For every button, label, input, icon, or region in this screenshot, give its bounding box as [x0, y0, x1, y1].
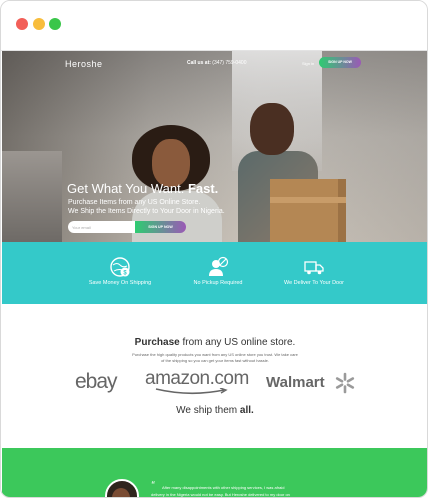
quote-mark: “: [151, 480, 155, 491]
ship-bold: all.: [239, 405, 254, 416]
hero-subtitle-line2: We Ship the Items Directly to Your Door …: [68, 208, 225, 215]
hero-title: Get What You Want. Fast.: [67, 181, 218, 196]
hero-stair: [2, 151, 62, 242]
amazon-logo: amazon.com: [145, 368, 249, 389]
ship-all-text: We ship them all.: [2, 405, 427, 416]
browser-window: Heroshe Call us at: (347) 759-0400 Sign …: [0, 0, 428, 498]
purchase-title-rest: from any US online store.: [182, 337, 296, 348]
hero-woman-face: [152, 139, 190, 187]
cardboard-box-tape: [270, 197, 346, 203]
hero-man-head: [250, 103, 294, 155]
hero-title-bold: Fast.: [187, 181, 219, 196]
walmart-spark-icon: [335, 372, 355, 394]
minimize-window-button[interactable]: [33, 18, 45, 30]
call-label: Call us at:: [187, 60, 211, 66]
hero-subtitle-line1: Purchase Items from any US Online Store.: [68, 199, 201, 206]
testimonial-line2: delivery in the Nigeria would not be eas…: [151, 492, 290, 497]
hero-title-prefix: Get What You Want.: [67, 181, 185, 196]
site-logo[interactable]: Heroshe: [65, 59, 103, 69]
money-globe-icon: $: [110, 257, 130, 277]
maximize-window-button[interactable]: [49, 18, 61, 30]
ship-prefix: We ship them: [176, 405, 238, 416]
feature-label: No Pickup Required: [193, 280, 243, 286]
signin-link[interactable]: Sign in: [302, 61, 314, 66]
feature-deliver-door: We Deliver To Your Door: [274, 242, 354, 304]
purchase-section: Purchase from any US online store. Purch…: [2, 304, 427, 448]
feature-label: We Deliver To Your Door: [283, 280, 345, 286]
feature-save-money: $ Save Money On Shipping: [80, 242, 160, 304]
testimonial-section: “ After many disappointments with other …: [2, 448, 427, 497]
feature-no-pickup: No Pickup Required: [178, 242, 258, 304]
amazon-smile-icon: [155, 388, 228, 395]
purchase-description-line2: of the shipping so you can get your item…: [161, 358, 269, 363]
cardboard-box: [270, 179, 346, 242]
testimonial-line1: After many disappointments with other sh…: [162, 485, 285, 490]
feature-label: Save Money On Shipping: [88, 280, 152, 286]
features-band: $ Save Money On Shipping No Pickup Requi…: [2, 242, 427, 304]
email-input[interactable]: [68, 221, 136, 233]
delivery-truck-icon: [304, 261, 324, 275]
ebay-logo: ebay: [75, 370, 118, 393]
nav-signup-button[interactable]: SIGN UP NOW: [319, 57, 361, 68]
no-pickup-person-icon: [209, 256, 229, 276]
purchase-description-line1: Purchase the high quality products you w…: [132, 352, 298, 357]
walmart-logo: Walmart: [266, 374, 325, 391]
call-us-text: Call us at: (347) 759-0400: [187, 60, 247, 66]
window-titlebar: [1, 1, 427, 51]
purchase-title-bold: Purchase: [134, 337, 180, 348]
purchase-title: Purchase from any US online store.: [2, 337, 427, 348]
call-number[interactable]: (347) 759-0400: [212, 60, 246, 66]
close-window-button[interactable]: [16, 18, 28, 30]
hero-signup-button[interactable]: SIGN UP NOW: [135, 221, 186, 233]
